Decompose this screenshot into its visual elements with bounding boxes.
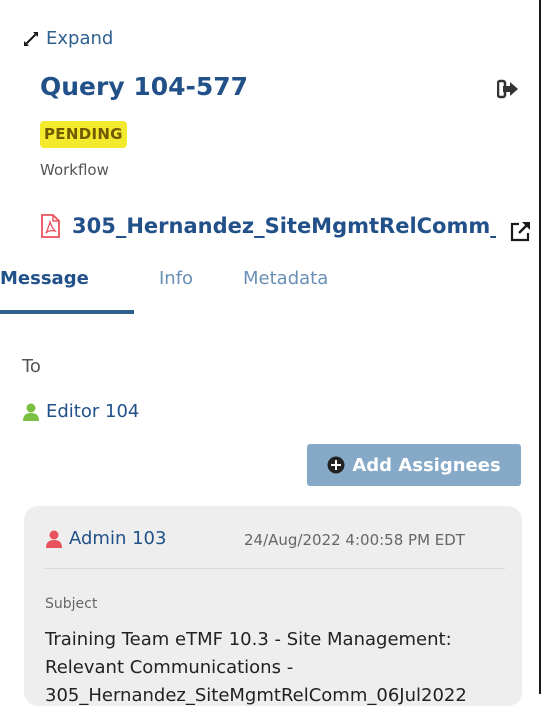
user-icon — [23, 403, 39, 421]
tab-bar: Message Info Metadata — [0, 268, 539, 314]
assignee-name: Editor 104 — [46, 401, 140, 422]
add-assignees-label: Add Assignees — [352, 454, 501, 476]
pdf-file-icon — [41, 214, 60, 238]
tab-metadata[interactable]: Metadata — [243, 268, 328, 314]
status-badge: PENDING — [40, 121, 127, 148]
message-card: Admin 103 24/Aug/2022 4:00:58 PM EDT Sub… — [24, 506, 522, 706]
query-detail-panel: Expand Query 104-577 PENDING Workflow 30… — [0, 0, 541, 706]
workflow-label: Workflow — [40, 161, 109, 179]
query-title: Query 104-577 — [40, 72, 249, 101]
plus-circle-icon — [327, 456, 345, 474]
expand-link[interactable]: Expand — [22, 28, 113, 49]
divider — [45, 568, 505, 569]
document-link[interactable]: 305_Hernandez_SiteMgmtRelComm_0... — [40, 214, 496, 238]
subject-line: 305_Hernandez_SiteMgmtRelComm_06Jul2022 — [45, 685, 467, 706]
to-label: To — [22, 356, 41, 377]
tab-message[interactable]: Message — [0, 268, 89, 314]
expand-arrows-icon — [24, 31, 38, 46]
message-author: Admin 103 — [45, 528, 166, 549]
sign-out-icon[interactable] — [497, 79, 519, 99]
user-icon — [46, 530, 62, 548]
expand-label: Expand — [46, 28, 114, 49]
subject-label: Subject — [45, 596, 98, 612]
subject-text: Training Team eTMF 10.3 - Site Managemen… — [45, 626, 515, 710]
author-name: Admin 103 — [69, 528, 167, 549]
external-link-icon[interactable] — [510, 220, 532, 242]
active-tab-indicator — [0, 310, 134, 314]
subject-line: Relevant Communications - — [45, 657, 294, 678]
document-name[interactable]: 305_Hernandez_SiteMgmtRelComm_0... — [72, 214, 496, 238]
add-assignees-button[interactable]: Add Assignees — [307, 444, 521, 486]
tab-info[interactable]: Info — [159, 268, 193, 314]
subject-line: Training Team eTMF 10.3 - Site Managemen… — [45, 629, 452, 650]
message-timestamp: 24/Aug/2022 4:00:58 PM EDT — [244, 531, 465, 549]
assignee-item: Editor 104 — [22, 401, 139, 422]
